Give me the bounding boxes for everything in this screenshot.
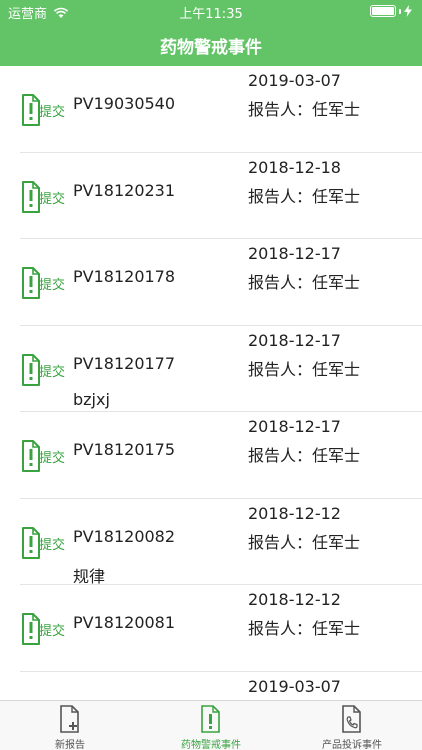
record-reporter: 报告人：任军士 <box>248 619 361 638</box>
record-reporter: 报告人：任军士 <box>248 100 361 119</box>
list-item[interactable]: 提交 PV18120082 规律 2018-12-12 报告人：任军士 <box>0 499 422 586</box>
new-report-icon <box>59 705 81 733</box>
status-time: 上午11:35 <box>179 7 243 22</box>
record-reporter: 报告人：任军士 <box>248 186 361 206</box>
record-id: PV18120231 <box>73 180 176 200</box>
record-date: 2018-12-12 <box>248 590 341 609</box>
tab-bar: 新报告 药物警戒事件 产品投诉事件 <box>0 700 422 750</box>
page-title: 药物警戒事件 <box>160 38 262 58</box>
submit-document-icon: 提交 <box>20 266 66 300</box>
submit-document-icon: 提交 <box>20 526 66 560</box>
submit-label: 提交 <box>39 191 65 207</box>
tab-label: 产品投诉事件 <box>322 740 382 750</box>
alert-document-icon <box>200 705 222 733</box>
record-date: 2018-12-17 <box>248 330 341 350</box>
submit-document-icon: 提交 <box>20 612 66 646</box>
record-note: bzjxj <box>73 389 110 409</box>
submit-label: 提交 <box>39 364 65 380</box>
list-item[interactable]: 提交 PV18120081 2018-12-12 报告人：任军士 <box>0 585 422 672</box>
submit-label: 提交 <box>39 450 65 466</box>
top-bar: 运营商 上午11:35 药物警戒事件 <box>0 0 422 66</box>
submit-label: 提交 <box>39 623 65 639</box>
phone-complaint-icon <box>341 705 363 733</box>
record-id: PV18120081 <box>73 613 176 632</box>
record-date: 2018-12-12 <box>248 503 341 523</box>
submit-label: 提交 <box>39 104 65 120</box>
record-id: PV18120177 <box>73 353 176 373</box>
record-id: PV18120178 <box>73 267 176 286</box>
submit-document-icon: 提交 <box>20 180 66 214</box>
record-date: 2019-03-07 <box>248 676 341 696</box>
record-reporter: 报告人：任军士 <box>248 273 361 292</box>
submit-document-icon: 提交 <box>20 93 66 127</box>
record-reporter: 报告人：任军士 <box>248 446 361 465</box>
record-id: PV19030540 <box>73 94 176 113</box>
list-item[interactable]: 提交 PV18120177 bzjxj 2018-12-17 报告人：任军士 <box>0 326 422 412</box>
tab-alert-document[interactable]: 药物警戒事件 <box>141 701 281 750</box>
submit-label: 提交 <box>39 537 65 553</box>
list-item[interactable]: 提交 PV18120178 2018-12-17 报告人：任军士 <box>0 239 422 326</box>
tab-label: 新报告 <box>55 740 85 750</box>
list-item[interactable]: 提交 PV18120231 2018-12-18 报告人：任军士 <box>0 153 422 239</box>
list-item[interactable]: 提交PV190305432019-03-07 <box>0 672 422 700</box>
record-date: 2018-12-18 <box>248 157 341 177</box>
list-item[interactable]: 提交 PV19030540 2019-03-07 报告人：任军士 <box>0 66 422 153</box>
tab-label: 药物警戒事件 <box>181 740 241 750</box>
record-date: 2018-12-17 <box>248 244 341 263</box>
list-item[interactable]: 提交 PV18120175 2018-12-17 报告人：任军士 <box>0 412 422 499</box>
battery-icon <box>370 5 412 17</box>
record-note: 规律 <box>73 566 106 586</box>
record-id: PV18120175 <box>73 440 176 459</box>
event-list[interactable]: 提交 PV19030540 2019-03-07 报告人：任军士 提交 PV1812023… <box>0 66 422 700</box>
tab-new-report[interactable]: 新报告 <box>0 701 140 750</box>
charging-bolt-icon <box>404 5 412 17</box>
record-date: 2018-12-17 <box>248 417 341 436</box>
record-id: PV18120082 <box>73 526 176 546</box>
submit-label: 提交 <box>39 277 65 293</box>
tab-phone-complaint[interactable]: 产品投诉事件 <box>282 701 422 750</box>
record-reporter: 报告人：任军士 <box>248 532 361 552</box>
submit-document-icon: 提交 <box>20 353 66 387</box>
submit-document-icon: 提交 <box>20 439 66 473</box>
status-bar: 运营商 上午11:35 <box>0 0 422 22</box>
record-reporter: 报告人：任军士 <box>248 359 361 379</box>
record-date: 2019-03-07 <box>248 71 341 90</box>
